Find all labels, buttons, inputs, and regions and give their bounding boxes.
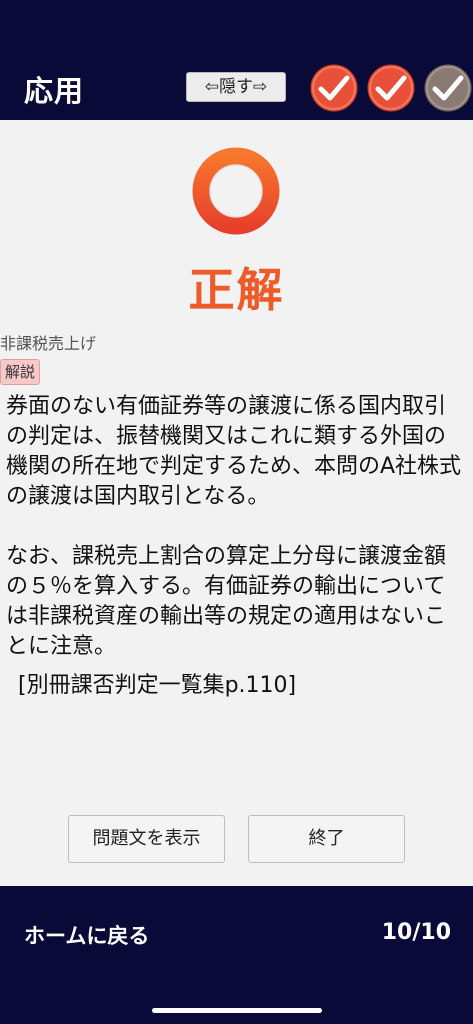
hide-button[interactable]: ⇦隠す⇨ (186, 72, 286, 102)
explanation-text: 券面のない有価証券等の譲渡に係る国内取引の判定は、振替機関又はこれに類する外国の… (6, 392, 466, 662)
page-title: 応用 (24, 74, 85, 108)
show-question-button[interactable]: 問題文を表示 (68, 815, 225, 863)
explanation-paragraph-1: 券面のない有価証券等の譲渡に係る国内取引の判定は、振替機関又はこれに類する外国の… (6, 394, 462, 509)
home-button[interactable]: ホームに戻る (24, 920, 149, 950)
check-badge-2-icon (367, 64, 415, 112)
explanation-paragraph-2: なお、課税売上割合の算定上分母に譲渡金額の５％を算入する。有価証券の輸出について… (6, 544, 447, 659)
check-badge-3-icon (424, 64, 472, 112)
result-label: 正解 (188, 263, 285, 317)
footer-bar (0, 886, 473, 1024)
question-category: 非課税売上げ (0, 334, 97, 353)
check-badge-1-icon (310, 64, 358, 112)
home-indicator[interactable] (152, 1008, 322, 1013)
finish-button[interactable]: 終了 (248, 815, 405, 863)
explanation-tag: 解説 (0, 359, 41, 385)
reference-text: [別冊課否判定一覧集p.110] (18, 673, 297, 698)
progress-counter: 10/10 (381, 920, 451, 945)
circle-correct-icon (191, 146, 281, 236)
